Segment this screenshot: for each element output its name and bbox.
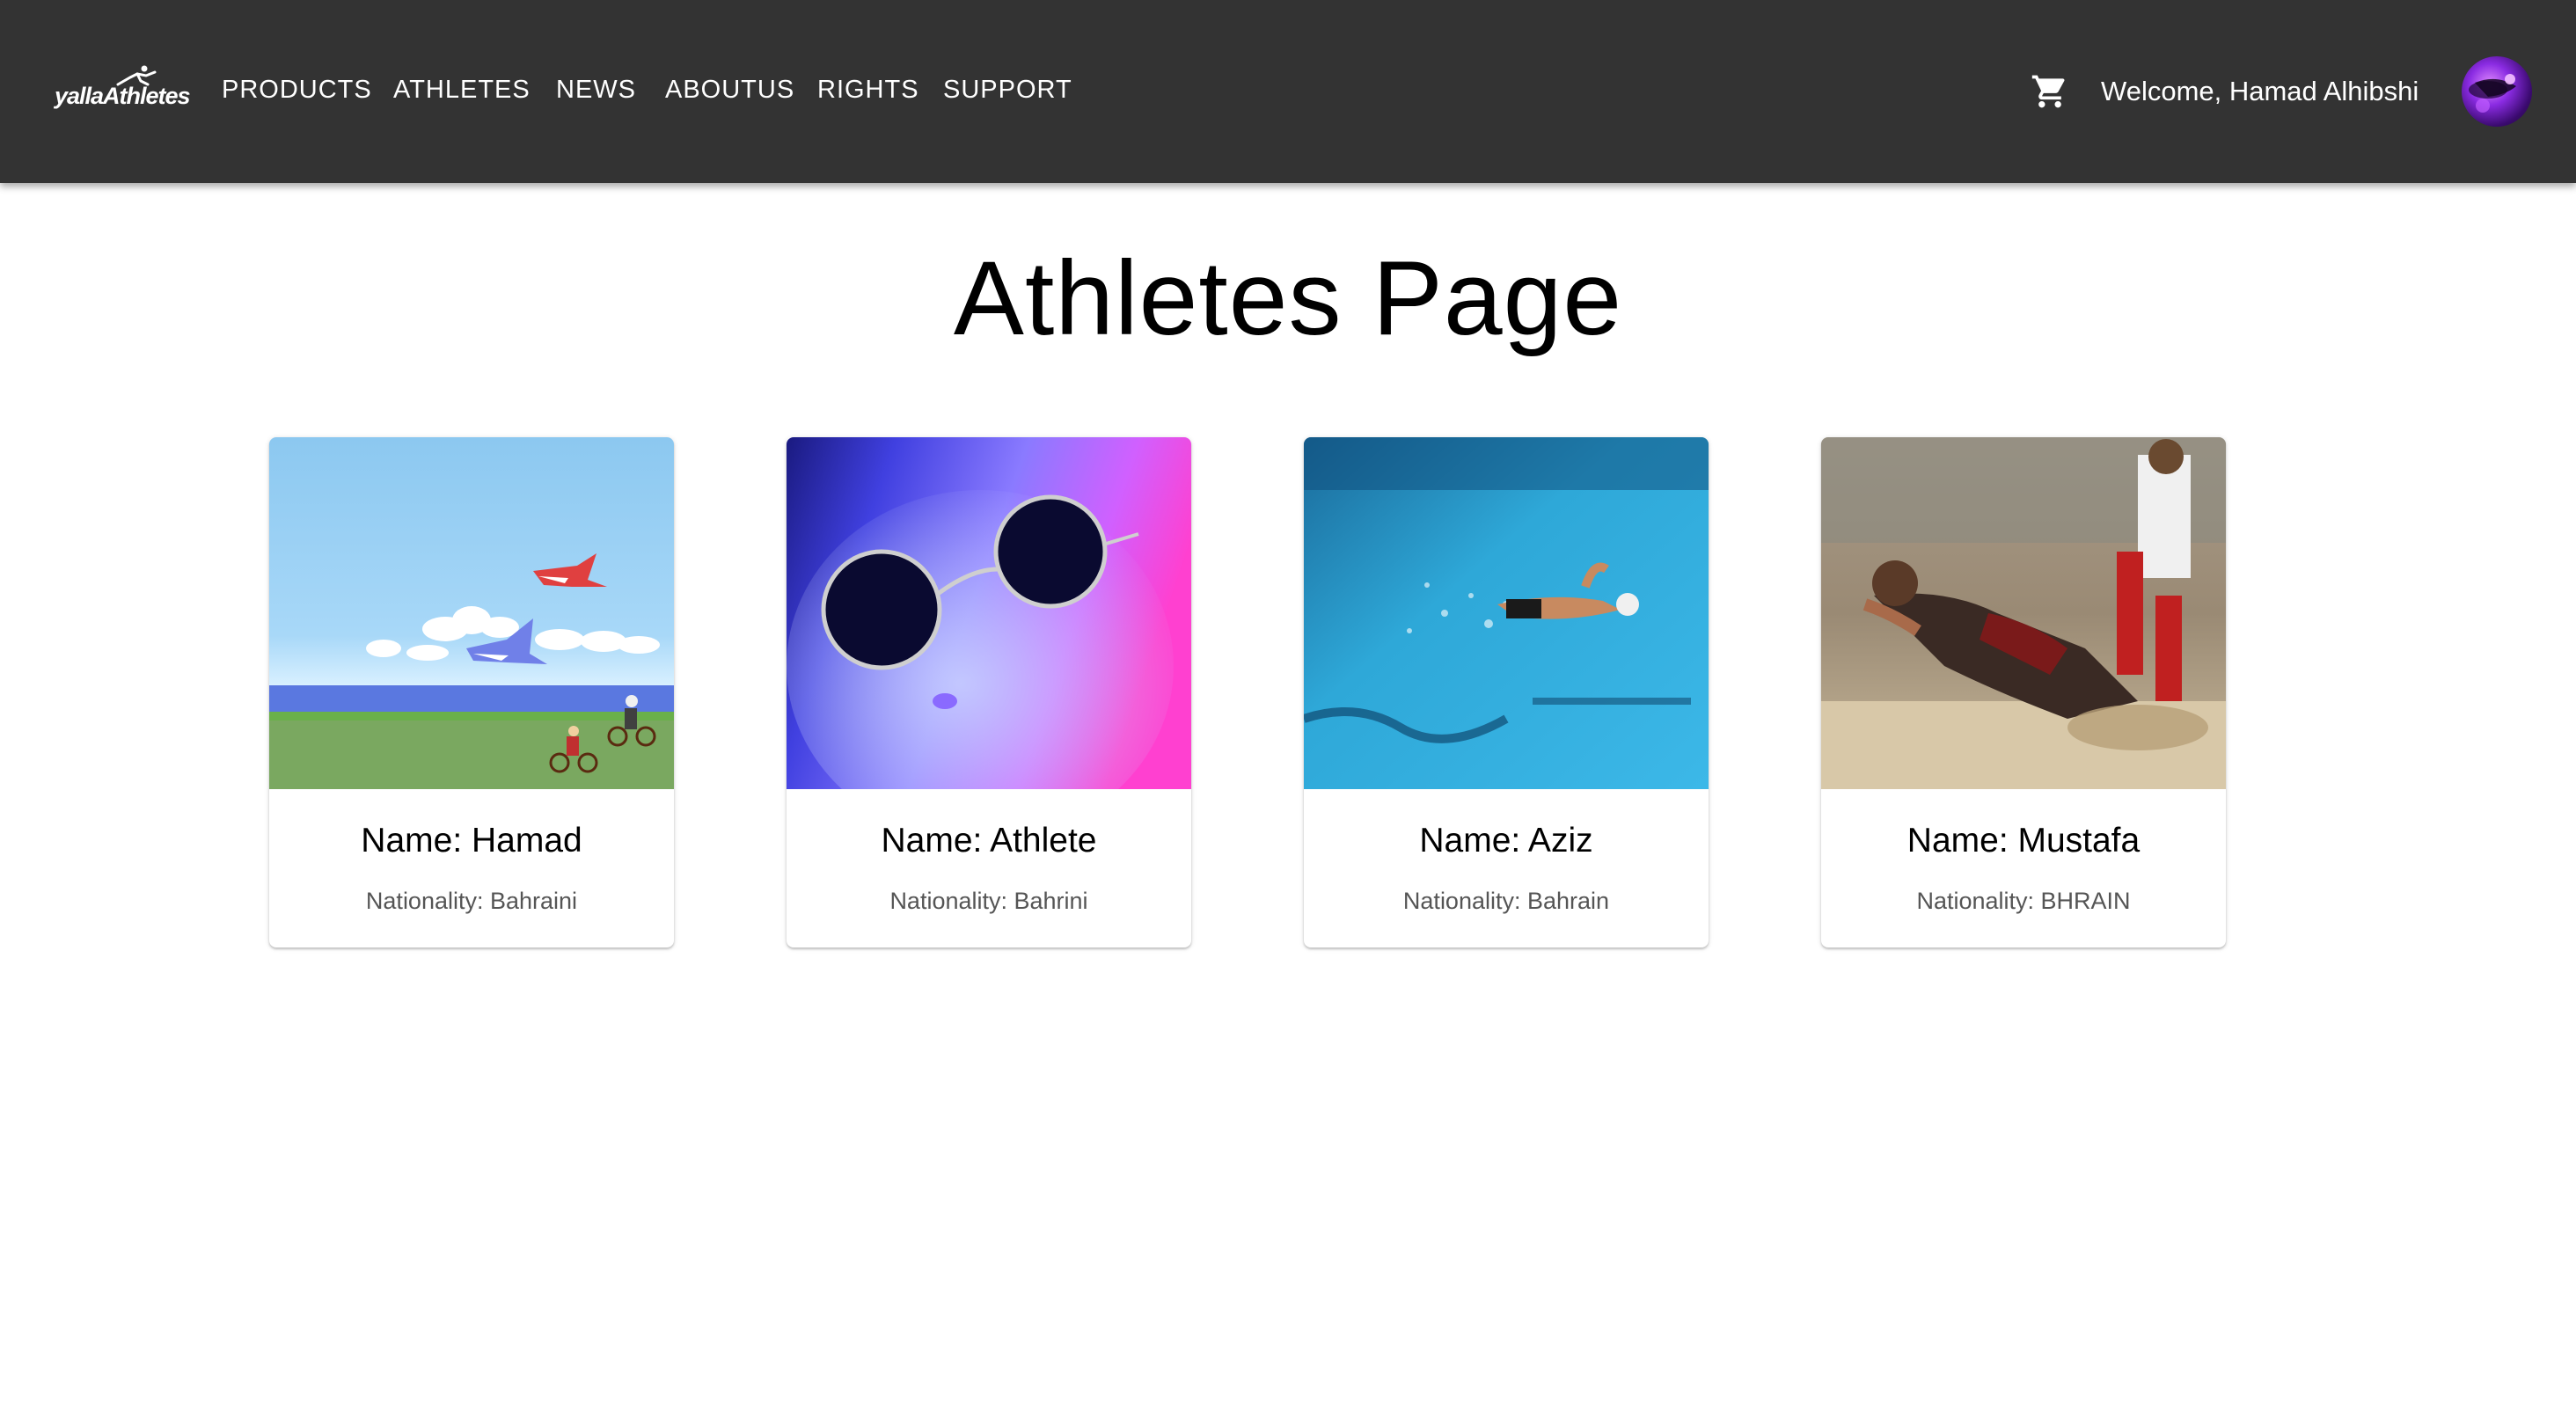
athlete-card[interactable]: Name: Aziz Nationality: Bahrain bbox=[1304, 437, 1709, 947]
page-title: Athletes Page bbox=[953, 239, 1623, 357]
shopping-cart-icon[interactable] bbox=[2031, 72, 2069, 111]
athlete-name: Name: Hamad bbox=[361, 822, 582, 860]
athlete-card[interactable]: Name: Hamad Nationality: Bahraini bbox=[269, 437, 674, 947]
athlete-name: Name: Aziz bbox=[1419, 822, 1593, 860]
athlete-name: Name: Athlete bbox=[881, 822, 1097, 860]
welcome-text: Welcome, Hamad Alhibshi bbox=[2101, 76, 2419, 106]
athlete-photo bbox=[1821, 437, 2226, 789]
app-bar: yallaAthletes PRODUCTS ATHLETES NEWS ABO… bbox=[0, 0, 2576, 183]
nav-rights[interactable]: RIGHTS bbox=[817, 76, 919, 105]
user-avatar[interactable] bbox=[2462, 56, 2532, 127]
nav-aboutus[interactable]: ABOUTUS bbox=[665, 76, 794, 105]
athlete-photo bbox=[269, 437, 674, 789]
avatar-image bbox=[2469, 74, 2516, 113]
nav-products[interactable]: PRODUCTS bbox=[222, 76, 372, 105]
athlete-photo bbox=[787, 437, 1191, 789]
logo-text: yallaAthletes bbox=[55, 83, 191, 109]
nav-news[interactable]: NEWS bbox=[556, 76, 636, 105]
athlete-card[interactable]: Name: Mustafa Nationality: BHRAIN bbox=[1821, 437, 2226, 947]
athlete-nationality: Nationality: Bahrain bbox=[1402, 888, 1610, 914]
athlete-name: Name: Mustafa bbox=[1906, 822, 2141, 860]
logo[interactable]: yallaAthletes bbox=[53, 65, 191, 118]
athlete-nationality: Nationality: Bahraini bbox=[365, 888, 578, 914]
nav-support[interactable]: SUPPORT bbox=[943, 76, 1072, 105]
nav-athletes[interactable]: ATHLETES bbox=[393, 76, 531, 105]
athlete-card[interactable]: Name: Athlete Nationality: Bahrini bbox=[787, 437, 1191, 947]
athlete-nationality: Nationality: BHRAIN bbox=[1916, 888, 2131, 914]
athlete-nationality: Nationality: Bahrini bbox=[889, 888, 1088, 914]
athlete-photo bbox=[1304, 437, 1709, 789]
